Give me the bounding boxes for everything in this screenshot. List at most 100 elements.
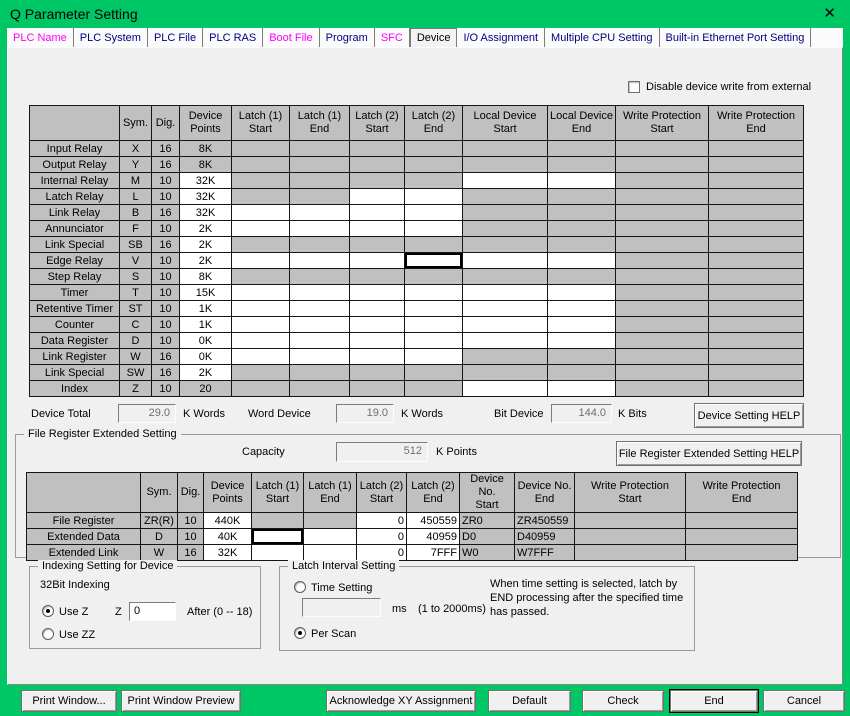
time-setting-radio[interactable]: [294, 581, 306, 593]
device-points-cell[interactable]: 1K: [180, 317, 232, 333]
focused-cell[interactable]: [405, 253, 463, 269]
device-points-cell[interactable]: 2K: [180, 237, 232, 253]
device-cell[interactable]: [290, 301, 350, 317]
device-cell[interactable]: [232, 317, 290, 333]
device-cell[interactable]: [405, 189, 463, 205]
device-points-cell[interactable]: 32K: [204, 545, 252, 561]
tab-plc-name[interactable]: PLC Name: [7, 28, 74, 47]
device-cell[interactable]: [405, 317, 463, 333]
device-cell[interactable]: [232, 285, 290, 301]
device-cell[interactable]: [405, 349, 463, 365]
device-cell[interactable]: [405, 285, 463, 301]
device-cell[interactable]: [290, 317, 350, 333]
device-points-cell[interactable]: 0K: [180, 349, 232, 365]
device-cell[interactable]: 0: [357, 529, 407, 545]
device-cell[interactable]: [405, 333, 463, 349]
device-points-cell[interactable]: 2K: [180, 365, 232, 381]
device-points-cell[interactable]: 8K: [180, 269, 232, 285]
device-cell[interactable]: [463, 333, 548, 349]
device-cell[interactable]: [548, 381, 616, 397]
device-points-cell[interactable]: 2K: [180, 253, 232, 269]
device-cell[interactable]: [350, 221, 405, 237]
device-cell[interactable]: [350, 301, 405, 317]
device-points-cell[interactable]: 32K: [180, 189, 232, 205]
tab-plc-system[interactable]: PLC System: [74, 28, 148, 47]
device-points-cell[interactable]: 1K: [180, 301, 232, 317]
device-cell[interactable]: [232, 333, 290, 349]
device-cell[interactable]: [304, 529, 357, 545]
close-icon[interactable]: ✕: [819, 6, 840, 21]
device-points-cell[interactable]: 32K: [180, 205, 232, 221]
device-cell[interactable]: [463, 301, 548, 317]
device-cell[interactable]: [548, 173, 616, 189]
device-points-cell[interactable]: 2K: [180, 221, 232, 237]
device-cell[interactable]: [548, 253, 616, 269]
device-points-cell[interactable]: 40K: [204, 529, 252, 545]
device-points-cell[interactable]: 15K: [180, 285, 232, 301]
device-cell[interactable]: [350, 349, 405, 365]
device-cell[interactable]: [232, 205, 290, 221]
device-cell[interactable]: [290, 253, 350, 269]
device-cell[interactable]: [290, 333, 350, 349]
use-zz-radio[interactable]: [42, 628, 54, 640]
device-points-cell[interactable]: 0K: [180, 333, 232, 349]
device-cell[interactable]: [405, 205, 463, 221]
tab-plc-file[interactable]: PLC File: [148, 28, 203, 47]
tab-boot-file[interactable]: Boot File: [263, 28, 319, 47]
check-button[interactable]: Check: [582, 690, 664, 712]
disable-device-write-checkbox[interactable]: [628, 81, 640, 93]
device-cell[interactable]: [350, 189, 405, 205]
device-points-cell[interactable]: 440K: [204, 513, 252, 529]
tab-multiple-cpu-setting[interactable]: Multiple CPU Setting: [545, 28, 660, 47]
device-cell[interactable]: [548, 285, 616, 301]
device-cell[interactable]: [232, 301, 290, 317]
device-cell[interactable]: [252, 545, 304, 561]
device-cell[interactable]: [548, 333, 616, 349]
device-cell[interactable]: [463, 381, 548, 397]
device-cell[interactable]: [350, 285, 405, 301]
device-cell[interactable]: [350, 205, 405, 221]
device-cell[interactable]: [232, 221, 290, 237]
device-cell[interactable]: 7FFF: [407, 545, 460, 561]
tab-device[interactable]: Device: [410, 28, 458, 47]
device-cell[interactable]: [350, 253, 405, 269]
device-setting-help-button[interactable]: Device Setting HELP: [694, 403, 804, 428]
device-cell[interactable]: 40959: [407, 529, 460, 545]
end-button[interactable]: End: [670, 690, 758, 712]
device-cell[interactable]: [463, 285, 548, 301]
device-points-cell[interactable]: 32K: [180, 173, 232, 189]
tab-built-in-ethernet-port-setting[interactable]: Built-in Ethernet Port Setting: [660, 28, 812, 47]
device-cell[interactable]: [350, 333, 405, 349]
tab-program[interactable]: Program: [320, 28, 375, 47]
device-cell[interactable]: [405, 221, 463, 237]
device-cell[interactable]: [463, 253, 548, 269]
cancel-button[interactable]: Cancel: [763, 690, 845, 712]
file-register-help-button[interactable]: File Register Extended Setting HELP: [616, 441, 802, 466]
device-cell[interactable]: [463, 317, 548, 333]
disable-device-write-checkbox-row[interactable]: Disable device write from external: [628, 81, 811, 93]
device-cell[interactable]: [304, 545, 357, 561]
tab-plc-ras[interactable]: PLC RAS: [203, 28, 263, 47]
print-window-preview-button[interactable]: Print Window Preview: [121, 690, 241, 712]
focused-cell[interactable]: [252, 529, 304, 545]
device-cell[interactable]: [290, 221, 350, 237]
tab-sfc[interactable]: SFC: [375, 28, 410, 47]
acknowledge-xy-assignment-button[interactable]: Acknowledge XY Assignment: [326, 690, 476, 712]
device-cell[interactable]: 0: [357, 545, 407, 561]
use-z-radio[interactable]: [42, 605, 54, 617]
device-cell[interactable]: [548, 301, 616, 317]
device-cell[interactable]: [290, 205, 350, 221]
print-window-button[interactable]: Print Window...: [21, 690, 117, 712]
device-cell[interactable]: [232, 253, 290, 269]
device-cell[interactable]: [463, 173, 548, 189]
device-cell[interactable]: 0: [357, 513, 407, 529]
z-value-input[interactable]: 0: [129, 602, 176, 621]
per-scan-radio[interactable]: [294, 627, 306, 639]
default-button[interactable]: Default: [488, 690, 571, 712]
device-cell[interactable]: [232, 349, 290, 365]
device-cell[interactable]: [548, 317, 616, 333]
device-cell[interactable]: [350, 317, 405, 333]
device-cell[interactable]: [290, 349, 350, 365]
device-cell[interactable]: [290, 285, 350, 301]
device-cell[interactable]: [405, 301, 463, 317]
